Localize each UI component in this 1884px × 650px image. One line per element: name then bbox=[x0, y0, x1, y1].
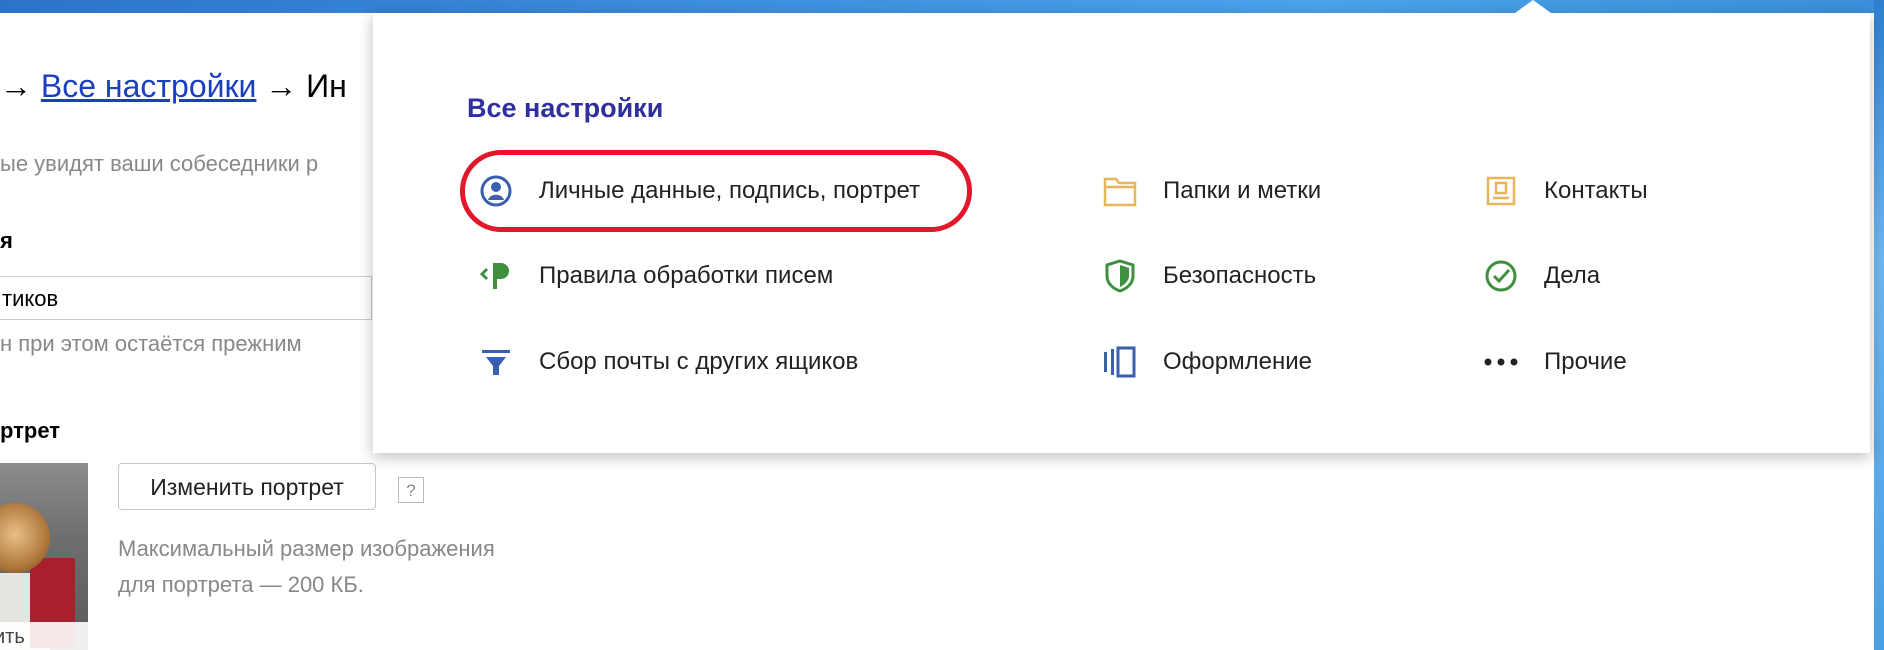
page-description: ые увидят ваши собеседники р bbox=[0, 151, 319, 176]
menu-item-label: Сбор почты с других ящиков bbox=[539, 348, 859, 375]
menu-item-folders-labels[interactable]: Папки и метки bbox=[1101, 171, 1321, 211]
breadcrumb-all-settings-link[interactable]: Все настройки bbox=[41, 68, 257, 104]
menu-item-todo[interactable]: Дела bbox=[1482, 256, 1600, 296]
menu-item-mail-collector[interactable]: Сбор почты с других ящиков bbox=[477, 342, 858, 382]
name-label: я bbox=[0, 228, 13, 253]
dropdown-pointer bbox=[1515, 0, 1551, 13]
folder-icon bbox=[1101, 172, 1139, 210]
todo-check-icon bbox=[1482, 257, 1520, 295]
browser-top-bar bbox=[0, 0, 1884, 13]
menu-item-mail-rules[interactable]: Правила обработки писем bbox=[477, 256, 833, 296]
menu-item-label: Прочие bbox=[1544, 348, 1627, 375]
portrait-size-note-line1: Максимальный размер изображения bbox=[118, 536, 495, 561]
menu-item-security[interactable]: Безопасность bbox=[1101, 256, 1316, 296]
window-right-edge bbox=[1874, 0, 1884, 650]
person-icon bbox=[477, 172, 515, 210]
avatar-change-caption[interactable]: ить bbox=[0, 622, 88, 650]
menu-item-label: Правила обработки писем bbox=[539, 262, 834, 289]
breadcrumb: → Все настройки → Ин bbox=[0, 68, 347, 105]
menu-item-label: Оформление bbox=[1163, 348, 1312, 375]
menu-item-other[interactable]: Прочие bbox=[1482, 342, 1627, 382]
breadcrumb-current: → Ин bbox=[265, 68, 347, 104]
name-input[interactable]: тиков bbox=[0, 276, 372, 320]
menu-item-label: Личные данные, подпись, портрет bbox=[539, 177, 921, 204]
menu-item-contacts[interactable]: Контакты bbox=[1482, 171, 1648, 211]
menu-item-personal-data[interactable]: Личные данные, подпись, портрет bbox=[477, 171, 920, 211]
shield-icon bbox=[1101, 257, 1139, 295]
rules-icon bbox=[477, 257, 515, 295]
help-icon[interactable]: ? bbox=[398, 477, 424, 503]
settings-page: → Все настройки → Ин ые увидят ваши собе… bbox=[0, 0, 1874, 650]
menu-item-label: Дела bbox=[1544, 262, 1601, 289]
more-dots-icon bbox=[1482, 343, 1520, 381]
name-hint: н при этом остаётся прежним bbox=[0, 331, 302, 356]
breadcrumb-arrow: → bbox=[0, 68, 32, 104]
portrait-size-note: Максимальный размер изображения для порт… bbox=[118, 531, 495, 603]
all-settings-dropdown: Все настройки Личные данные, подпись, по… bbox=[373, 0, 1870, 453]
portrait-label: ртрет bbox=[0, 418, 61, 443]
avatar[interactable]: ить bbox=[0, 463, 88, 650]
dropdown-title: Все настройки bbox=[467, 93, 664, 123]
menu-item-appearance[interactable]: Оформление bbox=[1101, 342, 1312, 382]
funnel-icon bbox=[477, 343, 515, 381]
change-portrait-button[interactable]: Изменить портрет bbox=[118, 463, 376, 510]
menu-item-label: Контакты bbox=[1544, 177, 1648, 204]
menu-item-label: Безопасность bbox=[1163, 262, 1317, 289]
theme-icon bbox=[1101, 343, 1139, 381]
menu-item-label: Папки и метки bbox=[1163, 177, 1322, 204]
portrait-size-note-line2: для портрета — 200 КБ. bbox=[118, 572, 364, 597]
contacts-icon bbox=[1482, 172, 1520, 210]
